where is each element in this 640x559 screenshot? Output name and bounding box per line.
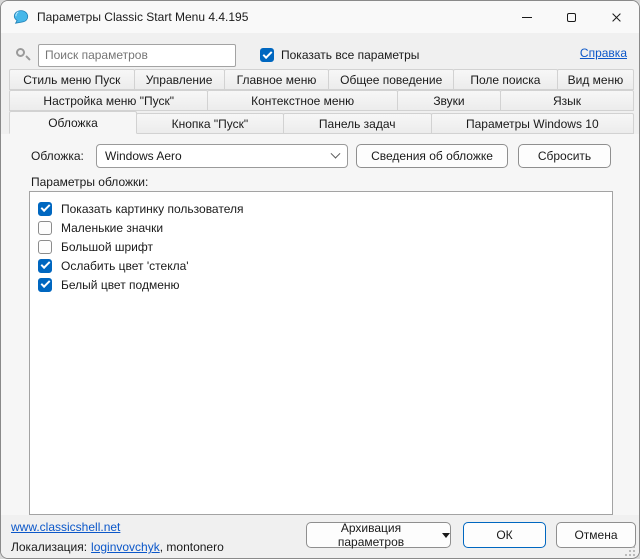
tab-sounds[interactable]: Звуки [397, 90, 501, 111]
list-item-label: Ослабить цвет 'стекла' [61, 259, 189, 273]
footer: www.classicshell.net Локализация: loginvo… [1, 515, 639, 559]
checkbox-icon[interactable] [38, 278, 52, 292]
search-input[interactable] [38, 44, 236, 67]
tab-controls[interactable]: Управление [134, 69, 225, 90]
list-item-label: Белый цвет подменю [61, 278, 180, 292]
tab-main-menu[interactable]: Главное меню [224, 69, 330, 90]
list-item[interactable]: Большой шрифт [38, 237, 604, 256]
checkbox-icon[interactable] [38, 221, 52, 235]
list-item[interactable]: Показать картинку пользователя [38, 199, 604, 218]
tab-search-box[interactable]: Поле поиска [453, 69, 558, 90]
list-item-label: Маленькие значки [61, 221, 163, 235]
website-link[interactable]: www.classicshell.net [11, 520, 120, 534]
localization-label: Локализация: [11, 540, 87, 554]
tab-skin[interactable]: Обложка [9, 111, 137, 134]
dropdown-arrow-icon [442, 533, 450, 538]
help-link[interactable]: Справка [580, 46, 627, 60]
skin-label: Обложка: [31, 149, 96, 163]
classic-start-menu-settings-window: Параметры Classic Start Menu 4.4.195 Пок… [0, 0, 640, 559]
skin-combobox[interactable]: Windows Aero [96, 144, 348, 168]
classic-shell-logo-icon [13, 9, 29, 25]
skin-reset-button[interactable]: Сбросить [518, 144, 611, 168]
skin-options-label: Параметры обложки: [31, 176, 639, 189]
skin-options-list[interactable]: Показать картинку пользователя Маленькие… [29, 191, 613, 515]
list-item-label: Большой шрифт [61, 240, 153, 254]
list-item[interactable]: Ослабить цвет 'стекла' [38, 256, 604, 275]
tab-general-behavior[interactable]: Общее поведение [328, 69, 454, 90]
tab-start-menu-style[interactable]: Стиль меню Пуск [9, 69, 135, 90]
tab-context-menu[interactable]: Контекстное меню [207, 90, 397, 111]
ok-button[interactable]: ОК [463, 522, 546, 548]
maximize-button[interactable] [549, 1, 594, 33]
search-toolbar: Показать все параметры Справка [1, 33, 639, 69]
search-icon [15, 47, 31, 63]
checkbox-icon [260, 48, 274, 62]
tab-taskbar[interactable]: Панель задач [283, 113, 432, 134]
show-all-parameters-label: Показать все параметры [281, 48, 419, 62]
minimize-button[interactable] [504, 1, 549, 33]
backup-settings-label: Архивация параметров [307, 521, 435, 549]
checkbox-icon[interactable] [38, 259, 52, 273]
resize-grip-icon[interactable] [624, 545, 636, 557]
tab-row-2: Настройка меню "Пуск" Контекстное меню З… [1, 90, 639, 111]
list-item-label: Показать картинку пользователя [61, 202, 243, 216]
tab-start-button[interactable]: Кнопка "Пуск" [136, 113, 284, 134]
tab-menu-look[interactable]: Вид меню [557, 69, 634, 90]
localization-author-link[interactable]: loginvovchyk [91, 540, 160, 554]
close-icon [611, 12, 622, 23]
checkbox-icon[interactable] [38, 240, 52, 254]
tab-page-skin: Обложка: Windows Aero Сведения об обложк… [1, 134, 639, 515]
tab-row-1: Стиль меню Пуск Управление Главное меню … [1, 69, 639, 90]
tab-customize-start-menu[interactable]: Настройка меню "Пуск" [9, 90, 208, 111]
chevron-down-icon [331, 148, 341, 158]
list-item[interactable]: Белый цвет подменю [38, 275, 604, 294]
tab-language[interactable]: Язык [500, 90, 634, 111]
close-button[interactable] [594, 1, 639, 33]
skin-details-button[interactable]: Сведения об обложке [356, 144, 508, 168]
tab-row-3: Обложка Кнопка "Пуск" Панель задач Парам… [1, 111, 639, 134]
skin-selector-row: Обложка: Windows Aero Сведения об обложк… [31, 144, 639, 168]
checkbox-icon[interactable] [38, 202, 52, 216]
localization-line: Локализация: loginvovchyk, montonero [11, 540, 224, 554]
minimize-icon [522, 17, 532, 18]
maximize-icon [567, 13, 576, 22]
window-title: Параметры Classic Start Menu 4.4.195 [37, 10, 248, 24]
tab-windows10-settings[interactable]: Параметры Windows 10 [431, 113, 634, 134]
list-item[interactable]: Маленькие значки [38, 218, 604, 237]
window-controls [504, 1, 639, 33]
show-all-parameters-checkbox[interactable]: Показать все параметры [260, 48, 419, 62]
localization-suffix: , montonero [160, 540, 224, 554]
skin-combobox-value: Windows Aero [105, 149, 332, 163]
backup-settings-button[interactable]: Архивация параметров [306, 522, 451, 548]
titlebar: Параметры Classic Start Menu 4.4.195 [1, 1, 639, 33]
